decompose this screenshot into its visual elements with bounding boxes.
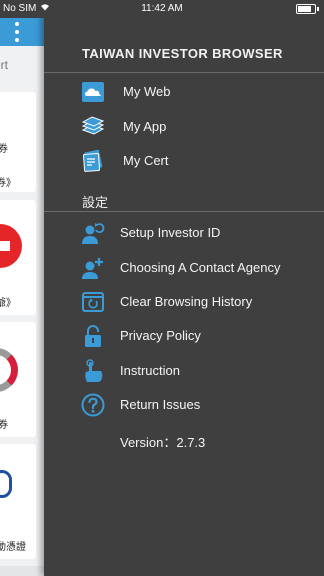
- menu-item-privacy-policy[interactable]: Privacy Policy: [44, 321, 324, 351]
- divider: [44, 211, 324, 212]
- clock-label: 11:42 AM: [141, 3, 183, 14]
- menu-item-setup-investor-id[interactable]: Setup Investor ID: [44, 218, 324, 248]
- menu-toggle-icon[interactable]: [14, 22, 20, 42]
- card-text: 券: [0, 144, 8, 155]
- menu-item-clear-history[interactable]: Clear Browsing History: [44, 287, 324, 317]
- battery-level: [298, 6, 311, 12]
- card-item[interactable]: 爺》: [0, 200, 36, 315]
- unlock-icon: [80, 323, 106, 349]
- main-header-bar: [0, 18, 44, 46]
- bottom-bar: [0, 566, 44, 576]
- divider: [44, 72, 324, 73]
- main-content-strip[interactable]: ert 券 券》 爺》 券 動憑證: [0, 0, 44, 576]
- menu-item-label: Clear Browsing History: [120, 294, 253, 309]
- agency-logo-icon: [0, 470, 12, 498]
- card-item[interactable]: 動憑證: [0, 444, 36, 559]
- side-drawer: TAIWAN INVESTOR BROWSER My Web My App My…: [44, 0, 324, 576]
- gauge-logo-icon: [0, 348, 18, 392]
- menu-item-my-app[interactable]: My App: [44, 112, 324, 142]
- user-add-icon: [80, 255, 106, 281]
- menu-item-label: My Cert: [123, 153, 169, 168]
- app-screen: No SIM 11:42 AM ert 券 券》 爺》 券 動憑證: [0, 0, 324, 576]
- help-icon: [80, 392, 106, 418]
- menu-item-my-web[interactable]: My Web: [44, 77, 324, 107]
- menu-item-label: Instruction: [120, 363, 180, 378]
- tab-cert-fragment[interactable]: ert: [0, 58, 8, 72]
- menu-item-my-cert[interactable]: My Cert: [44, 146, 324, 176]
- settings-section-label: 設定: [82, 195, 109, 210]
- card-text: 券》: [0, 178, 16, 189]
- card-item[interactable]: 券: [0, 322, 36, 437]
- user-refresh-icon: [80, 220, 106, 246]
- card-item[interactable]: 券 券》: [0, 92, 36, 192]
- menu-item-label: Privacy Policy: [120, 328, 201, 343]
- menu-item-label: Setup Investor ID: [120, 225, 221, 240]
- menu-item-label: Return Issues: [120, 397, 201, 412]
- menu-item-label: My App: [123, 119, 167, 134]
- menu-item-label: My Web: [123, 84, 171, 99]
- menu-item-instruction[interactable]: Instruction: [44, 356, 324, 386]
- menu-item-contact-agency[interactable]: Choosing A Contact Agency: [44, 253, 324, 283]
- version-label: Version：2.7.3: [120, 435, 206, 450]
- certificate-icon: [80, 148, 106, 174]
- card-text: 券: [0, 420, 8, 431]
- card-text: 動憑證: [0, 542, 26, 553]
- clear-history-icon: [80, 289, 106, 315]
- battery-icon: [296, 4, 319, 14]
- books-icon: [80, 114, 106, 140]
- status-bar: No SIM 11:42 AM: [0, 0, 324, 18]
- menu-item-label: Choosing A Contact Agency: [120, 260, 281, 275]
- tap-hand-icon: [80, 358, 106, 384]
- card-text: 爺》: [0, 298, 16, 309]
- drawer-title: TAIWAN INVESTOR BROWSER: [82, 46, 283, 61]
- brand-logo-icon: [0, 224, 22, 268]
- menu-item-return-issues[interactable]: Return Issues: [44, 390, 324, 420]
- cloud-icon: [80, 79, 106, 105]
